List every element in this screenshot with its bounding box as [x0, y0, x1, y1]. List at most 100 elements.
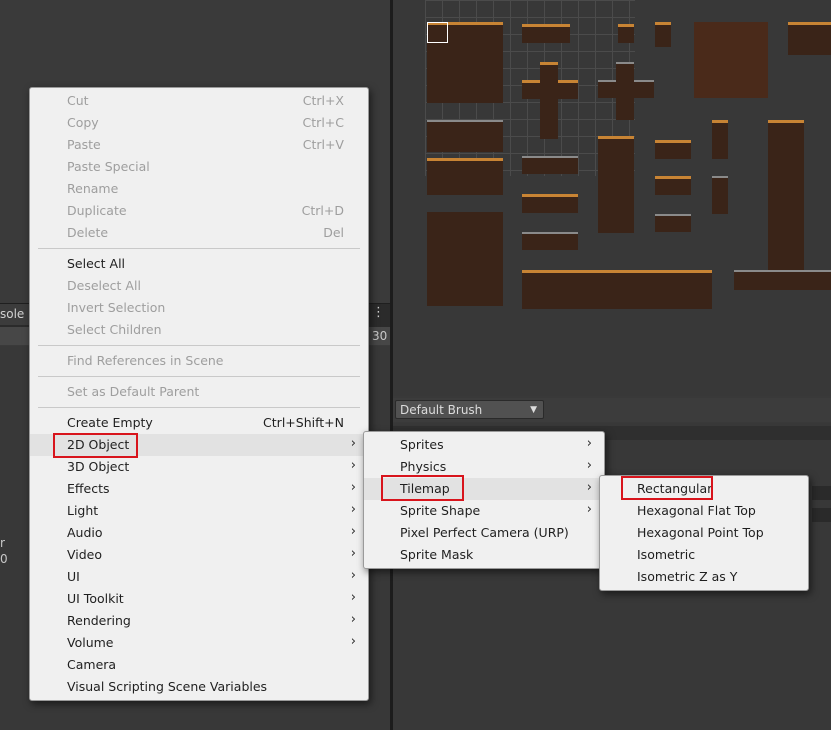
menu-item-paste[interactable]: Paste Ctrl+V	[30, 134, 368, 156]
menu-item-label: Rename	[67, 181, 119, 196]
menu-item-sprites[interactable]: Sprites ›	[364, 434, 604, 456]
tile-sprite	[655, 140, 691, 159]
brush-dropdown-label: Default Brush	[400, 403, 483, 417]
menu-item-duplicate[interactable]: Duplicate Ctrl+D	[30, 200, 368, 222]
tile-sprite	[540, 62, 558, 139]
menu-item-pixel-perfect-camera-urp[interactable]: Pixel Perfect Camera (URP)	[364, 522, 604, 544]
menu-item-label: Hexagonal Flat Top	[637, 503, 756, 518]
menu-item-label: Delete	[67, 225, 109, 240]
menu-item-isometric[interactable]: Isometric	[600, 544, 808, 566]
menu-item-copy[interactable]: Copy Ctrl+C	[30, 112, 368, 134]
menu-item-label: UI Toolkit	[67, 591, 124, 606]
menu-item-label: Audio	[67, 525, 103, 540]
chevron-right-icon: ›	[586, 436, 592, 451]
menu-item-set-as-default-parent[interactable]: Set as Default Parent	[30, 381, 368, 403]
tile-sprite	[788, 22, 831, 55]
console-count: 30	[372, 329, 388, 343]
menu-item-video[interactable]: Video ›	[30, 544, 368, 566]
chevron-right-icon: ›	[586, 502, 592, 517]
menu-item-delete[interactable]: Delete Del	[30, 222, 368, 244]
menu-separator	[38, 248, 360, 249]
menu-item-label: Deselect All	[67, 278, 141, 293]
menu-item-audio[interactable]: Audio ›	[30, 522, 368, 544]
menu-item-label: Find References in Scene	[67, 353, 224, 368]
menu-item-label: Cut	[67, 93, 89, 108]
menu-item-volume[interactable]: Volume ›	[30, 632, 368, 654]
tile-sprite	[655, 22, 671, 47]
menu-item-select-all[interactable]: Select All	[30, 253, 368, 275]
tile-sprite	[427, 158, 503, 195]
kebab-menu-icon[interactable]: ⋮	[372, 305, 385, 320]
tile-sprite	[427, 120, 503, 152]
menu-item-3d-object[interactable]: 3D Object ›	[30, 456, 368, 478]
tile-sprite	[598, 136, 634, 233]
menu-item-label: 3D Object	[67, 459, 130, 474]
menu-item-label: Sprite Mask	[400, 547, 474, 562]
menu-item-label: Light	[67, 503, 99, 518]
menu-item-rename[interactable]: Rename	[30, 178, 368, 200]
menu-item-label: Select All	[67, 256, 126, 271]
menu-item-isometric-z-as-y[interactable]: Isometric Z as Y	[600, 566, 808, 588]
menu-item-invert-selection[interactable]: Invert Selection	[30, 297, 368, 319]
menu-item-label: Sprite Shape	[400, 503, 481, 518]
menu-item-sprite-mask[interactable]: Sprite Mask	[364, 544, 604, 566]
menu-item-camera[interactable]: Camera	[30, 654, 368, 676]
menu-item-label: Invert Selection	[67, 300, 166, 315]
menu-item-select-children[interactable]: Select Children	[30, 319, 368, 341]
clipped-label: r	[0, 536, 5, 550]
menu-item-label: Select Children	[67, 322, 162, 337]
menu-item-label: Paste	[67, 137, 101, 152]
menu-item-ui-toolkit[interactable]: UI Toolkit ›	[30, 588, 368, 610]
tile-sprite	[522, 270, 712, 309]
menu-item-paste-special[interactable]: Paste Special	[30, 156, 368, 178]
annotation-box-tilemap	[381, 475, 464, 501]
menu-item-label: Video	[67, 547, 103, 562]
menu-item-shortcut: Ctrl+C	[302, 115, 344, 130]
menu-item-find-references-in-scene[interactable]: Find References in Scene	[30, 350, 368, 372]
menu-item-hexagonal-flat-top[interactable]: Hexagonal Flat Top	[600, 500, 808, 522]
clipped-value: 0	[0, 552, 8, 566]
brush-dropdown[interactable]: Default Brush ▼	[395, 400, 544, 419]
menu-item-rendering[interactable]: Rendering ›	[30, 610, 368, 632]
menu-item-shortcut: Ctrl+V	[302, 137, 344, 152]
menu-item-cut[interactable]: Cut Ctrl+X	[30, 90, 368, 112]
tile-selection-marker	[427, 22, 448, 43]
menu-item-shortcut: Ctrl+D	[301, 203, 344, 218]
tile-sprite	[616, 62, 634, 120]
menu-item-deselect-all[interactable]: Deselect All	[30, 275, 368, 297]
tile-sprite	[655, 176, 691, 195]
menu-item-effects[interactable]: Effects ›	[30, 478, 368, 500]
menu-item-ui[interactable]: UI ›	[30, 566, 368, 588]
inspector-field[interactable]	[812, 486, 831, 500]
menu-item-label: Paste Special	[67, 159, 150, 174]
annotation-box-rectangular	[621, 476, 713, 500]
menu-item-hexagonal-point-top[interactable]: Hexagonal Point Top	[600, 522, 808, 544]
menu-item-create-empty[interactable]: Create Empty Ctrl+Shift+N	[30, 412, 368, 434]
tab-console[interactable]: sole	[0, 304, 30, 325]
menu-item-sprite-shape[interactable]: Sprite Shape ›	[364, 500, 604, 522]
tile-sprite	[768, 120, 804, 273]
menu-item-label: Sprites	[400, 437, 444, 452]
menu-item-label: Isometric Z as Y	[637, 569, 738, 584]
menu-item-label: Isometric	[637, 547, 696, 562]
chevron-right-icon: ›	[350, 524, 356, 539]
chevron-right-icon: ›	[350, 612, 356, 627]
tile-sprite	[655, 214, 691, 232]
tile-sprite	[522, 156, 578, 174]
chevron-right-icon: ›	[586, 458, 592, 473]
menu-item-label: Hexagonal Point Top	[637, 525, 764, 540]
menu-item-label: Pixel Perfect Camera (URP)	[400, 525, 569, 540]
chevron-right-icon: ›	[350, 568, 356, 583]
chevron-right-icon: ›	[350, 590, 356, 605]
menu-item-label: Physics	[400, 459, 447, 474]
chevron-right-icon: ›	[350, 458, 356, 473]
inspector-field[interactable]	[812, 508, 831, 522]
tile-sprite	[734, 270, 831, 290]
menu-item-light[interactable]: Light ›	[30, 500, 368, 522]
tile-sprite	[522, 24, 570, 43]
chevron-right-icon: ›	[350, 436, 356, 451]
menu-item-visual-scripting-scene-variables[interactable]: Visual Scripting Scene Variables	[30, 676, 368, 698]
tile-sprite	[522, 232, 578, 250]
tile-sprite	[712, 120, 728, 159]
menu-item-shortcut: Ctrl+X	[302, 93, 344, 108]
